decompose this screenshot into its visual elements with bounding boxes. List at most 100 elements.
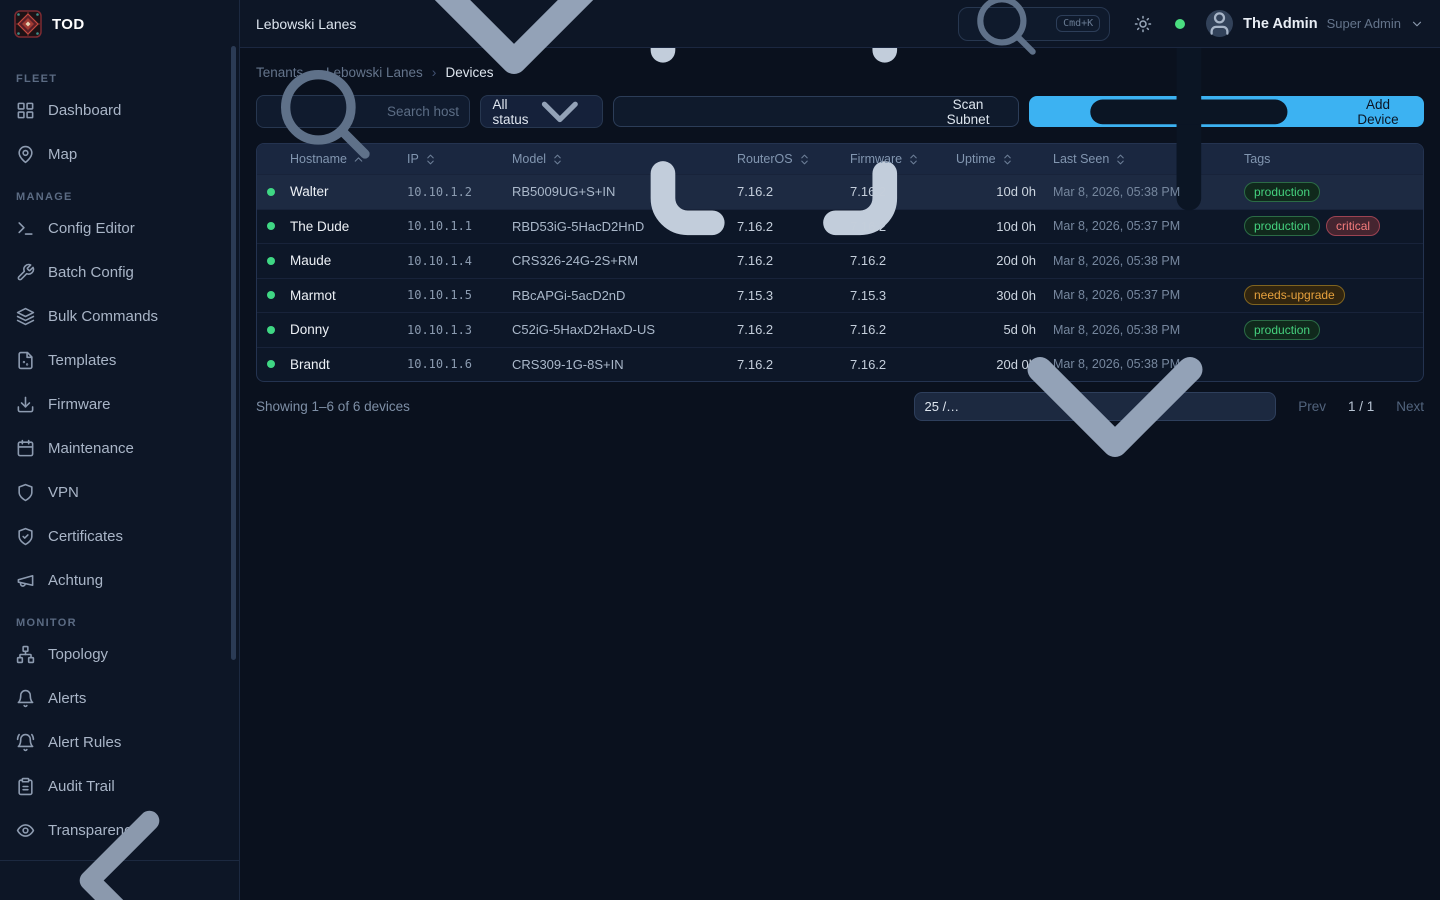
sidebar-scrollbar[interactable]	[231, 46, 236, 660]
topology-icon	[16, 645, 35, 664]
sidebar-item-label: Map	[48, 146, 77, 163]
sidebar-item-maintenance[interactable]: Maintenance	[0, 426, 239, 470]
sidebar-item-achtung[interactable]: Achtung	[0, 558, 239, 602]
cell-firmware: 7.16.2	[844, 253, 950, 268]
tenant-selector-label: Lebowski Lanes	[256, 16, 356, 32]
status-cell	[257, 326, 284, 334]
scan-subnet-button[interactable]: Scan Subnet	[613, 96, 1019, 127]
map-pin-icon	[16, 145, 35, 164]
sidebar-item-templates[interactable]: Templates	[0, 338, 239, 382]
sidebar-item-alert-rules[interactable]: Alert Rules	[0, 720, 239, 764]
sidebar-item-config-editor[interactable]: Config Editor	[0, 206, 239, 250]
cell-last-seen: Mar 8, 2026, 05:37 PM	[1042, 219, 1233, 233]
cell-routeros: 7.16.2	[731, 184, 844, 199]
cell-hostname: Brandt	[284, 357, 401, 372]
column-header-firmware[interactable]: Firmware	[844, 152, 950, 166]
sidebar-collapse-button[interactable]	[0, 860, 239, 900]
sidebar-item-label: Config Editor	[48, 220, 135, 237]
sidebar-item-firmware[interactable]: Firmware	[0, 382, 239, 426]
sidebar-item-label: Maintenance	[48, 440, 134, 457]
breadcrumb-item-devices[interactable]: Devices	[445, 65, 493, 80]
next-page-button[interactable]: Next	[1396, 399, 1424, 414]
column-header-label: RouterOS	[737, 152, 793, 166]
table-footer: Showing 1–6 of 6 devices 25 /… Prev 1 / …	[256, 392, 1424, 421]
column-header-model[interactable]: Model	[506, 152, 731, 166]
sidebar: TOD FLEETDashboardMapMANAGEConfig Editor…	[0, 0, 240, 900]
file-icon	[16, 351, 35, 370]
sidebar-item-label: Batch Config	[48, 264, 134, 281]
status-online-dot	[267, 188, 275, 196]
user-menu-button[interactable]	[1410, 17, 1424, 31]
status-filter-value: All status	[493, 97, 529, 127]
page-size-select[interactable]: 25 /…	[914, 392, 1277, 421]
cell-hostname: Walter	[284, 184, 401, 199]
sidebar-item-label: Dashboard	[48, 102, 121, 119]
column-header-ip[interactable]: IP	[401, 152, 506, 166]
cell-firmware: 7.15.3	[844, 288, 950, 303]
column-header-label: Last Seen	[1053, 152, 1109, 166]
cell-ip: 10.10.1.3	[401, 323, 506, 337]
dashboard-icon	[16, 101, 35, 120]
column-header-tags: Tags	[1233, 152, 1423, 166]
sidebar-item-label: VPN	[48, 484, 79, 501]
cell-routeros: 7.16.2	[731, 219, 844, 234]
cell-tags: productioncritical	[1233, 216, 1423, 236]
sort-icon	[798, 153, 811, 166]
cell-hostname: Donny	[284, 322, 401, 337]
sort-icon	[907, 153, 920, 166]
app-logo[interactable]: TOD	[0, 0, 239, 48]
action-buttons: Scan Subnet Add Device	[613, 96, 1424, 127]
avatar[interactable]	[1206, 10, 1233, 37]
add-device-label: Add Device	[1344, 97, 1412, 127]
sort-icon	[424, 153, 437, 166]
sidebar-item-batch-config[interactable]: Batch Config	[0, 250, 239, 294]
cell-firmware: 7.16.2	[844, 357, 950, 372]
cell-model: C52iG-5HaxD2HaxD-US	[506, 322, 731, 337]
download-icon	[16, 395, 35, 414]
status-cell	[257, 222, 284, 230]
sidebar-item-map[interactable]: Map	[0, 132, 239, 176]
pagination: 25 /… Prev 1 / 1 Next	[914, 392, 1425, 421]
cell-routeros: 7.15.3	[731, 288, 844, 303]
user-icon	[1206, 10, 1233, 37]
sun-icon	[1134, 15, 1152, 33]
cell-hostname: Maude	[284, 253, 401, 268]
cell-uptime: 10d 0h	[950, 184, 1042, 199]
status-cell	[257, 188, 284, 196]
sidebar-section-label: FLEET	[16, 73, 223, 85]
add-device-button[interactable]: Add Device	[1029, 96, 1424, 127]
shield-check-icon	[16, 527, 35, 546]
column-header-uptime[interactable]: Uptime	[950, 152, 1042, 166]
sidebar-item-certificates[interactable]: Certificates	[0, 514, 239, 558]
theme-toggle-button[interactable]	[1134, 15, 1152, 33]
terminal-icon	[16, 219, 35, 238]
prev-page-button[interactable]: Prev	[1298, 399, 1326, 414]
user-role: Super Admin	[1327, 16, 1401, 31]
global-search[interactable]: Search... Cmd+K	[958, 7, 1110, 41]
calendar-icon	[16, 439, 35, 458]
cell-ip: 10.10.1.5	[401, 288, 506, 302]
sidebar-item-alerts[interactable]: Alerts	[0, 676, 239, 720]
cell-routeros: 7.16.2	[731, 357, 844, 372]
content: Tenants›Lebowski Lanes›Devices All statu…	[240, 48, 1440, 900]
scan-subnet-label: Scan Subnet	[930, 97, 1006, 127]
column-header-last_seen[interactable]: Last Seen	[1042, 152, 1233, 166]
device-search-input[interactable]	[387, 104, 459, 119]
device-search-box[interactable]	[256, 95, 470, 128]
sidebar-item-label: Firmware	[48, 396, 111, 413]
column-header-hostname[interactable]: Hostname	[284, 152, 401, 166]
tag-badge-production: production	[1244, 216, 1320, 236]
app-title: TOD	[52, 16, 85, 33]
status-filter-select[interactable]: All status	[480, 95, 604, 128]
column-header-routeros[interactable]: RouterOS	[731, 152, 844, 166]
cell-tags: production	[1233, 182, 1423, 202]
cell-uptime: 10d 0h	[950, 219, 1042, 234]
sidebar-item-dashboard[interactable]: Dashboard	[0, 88, 239, 132]
sidebar-item-topology[interactable]: Topology	[0, 632, 239, 676]
cell-ip: 10.10.1.4	[401, 254, 506, 268]
sidebar-item-bulk-commands[interactable]: Bulk Commands	[0, 294, 239, 338]
sidebar-item-label: Achtung	[48, 572, 103, 589]
sidebar-item-vpn[interactable]: VPN	[0, 470, 239, 514]
table-controls: All status Scan Subnet Add Device	[256, 95, 1424, 128]
status-online-dot	[267, 360, 275, 368]
